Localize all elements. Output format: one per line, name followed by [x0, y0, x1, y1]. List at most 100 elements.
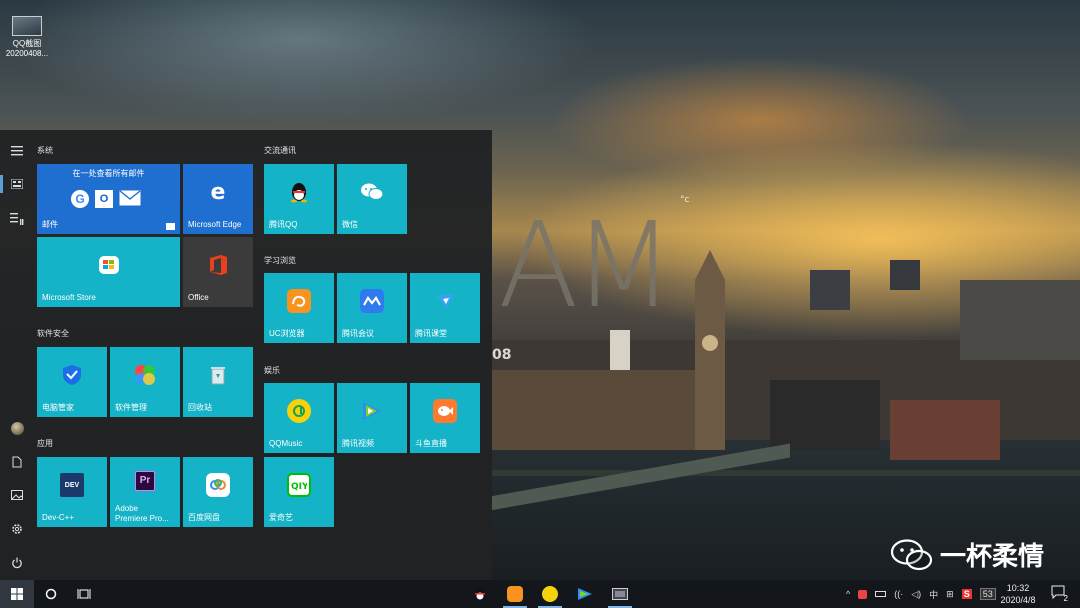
tile-label-office: Office [188, 293, 209, 302]
tiles-view-icon[interactable] [8, 175, 26, 193]
taskbar-clock[interactable]: 10:32 2020/4/8 [998, 582, 1038, 606]
tile-label-tencent-meeting: 腾讯会议 [342, 329, 374, 338]
wechat-watermark-icon [890, 538, 933, 570]
premiere-label-line2: Premiere Pro... [115, 514, 169, 523]
power-icon[interactable] [8, 554, 26, 572]
recycle-bin-icon [206, 363, 230, 387]
tile-label-qq: 腾讯QQ [269, 220, 298, 229]
tray-53-badge[interactable]: 53 [979, 588, 996, 600]
taskbar-app-qq[interactable] [466, 580, 494, 608]
sogou-input-icon[interactable]: S [961, 589, 972, 599]
tile-label-store: Microsoft Store [42, 293, 96, 302]
outlook-icon: O [95, 190, 113, 208]
wechat-icon [360, 180, 384, 204]
task-view-button[interactable] [70, 580, 98, 608]
ime-mode-icon[interactable]: ⊞ [946, 589, 954, 600]
tile-label-qqmusic: QQMusic [269, 439, 303, 448]
documents-icon[interactable] [8, 453, 26, 471]
mail-accounts-icons: G O [71, 190, 141, 208]
store-bag-icon [98, 256, 119, 274]
tile-label-tencent-video: 腾讯视频 [342, 439, 374, 448]
qq-penguin-icon [287, 180, 311, 204]
group-title-apps: 应用 [37, 439, 53, 448]
volume-icon[interactable]: ◁) [911, 589, 921, 600]
notification-center-button[interactable]: 2 [1050, 585, 1068, 603]
tile-iqiyi[interactable]: QIY 爱奇艺 [264, 457, 334, 527]
tile-recycle-bin[interactable]: 回收站 [183, 347, 253, 417]
taskbar: ^ ((· ◁) 中 ⊞ S 53 10:32 2020/4/8 2 [0, 580, 1080, 608]
svg-text:QIY: QIY [291, 482, 307, 491]
tile-uc-browser[interactable]: UC浏览器 [264, 273, 334, 343]
all-apps-list-icon[interactable] [8, 210, 26, 228]
desktop-icon-qq-screenshot[interactable]: QQ截图 20200408... [2, 16, 52, 59]
tile-microsoft-store[interactable]: Microsoft Store [37, 237, 180, 307]
search-circle-button[interactable] [38, 580, 64, 608]
tile-baidu-netdisk[interactable]: 百度网盘 [183, 457, 253, 527]
tile-label-iqiyi: 爱奇艺 [269, 513, 293, 522]
tile-wechat[interactable]: 微信 [337, 164, 407, 234]
battery-icon[interactable] [875, 591, 887, 597]
taskbar-app-screenshot[interactable] [606, 580, 634, 608]
uc-browser-icon [287, 289, 311, 313]
tile-tencent-meeting[interactable]: 腾讯会议 [337, 273, 407, 343]
user-avatar-icon[interactable] [8, 419, 26, 437]
pictures-icon[interactable] [8, 486, 26, 504]
qq-taskbar-icon [475, 587, 485, 601]
tile-label-software-manager: 软件管理 [115, 403, 147, 412]
clock-time: 10:32 [1006, 583, 1030, 593]
tile-label-mail: 邮件 [42, 220, 58, 229]
tile-qqmusic[interactable]: QQMusic [264, 383, 334, 453]
mail-badge-icon [166, 223, 175, 230]
tile-microsoft-edge[interactable]: e Microsoft Edge [183, 164, 253, 234]
group-title-learning: 学习浏览 [264, 256, 296, 265]
tencent-meeting-icon [360, 289, 384, 313]
tile-adobe-premiere[interactable]: Pr Adobe Premiere Pro... [110, 457, 180, 527]
taskbar-app-tencent-video[interactable] [571, 580, 599, 608]
tile-tencent-classroom[interactable]: 腾讯课堂 [410, 273, 480, 343]
hamburger-menu-icon[interactable] [8, 142, 26, 160]
settings-gear-icon[interactable] [8, 520, 26, 538]
tile-qq[interactable]: 腾讯QQ [264, 164, 334, 234]
tile-label-dev-cpp: Dev-C++ [42, 513, 75, 522]
tile-dev-cpp[interactable]: DEV Dev-C++ [37, 457, 107, 527]
taskbar-app-uc-browser[interactable] [501, 580, 529, 608]
google-icon: G [71, 190, 89, 208]
tile-label-douyu: 斗鱼直播 [415, 439, 447, 448]
premiere-icon: Pr [135, 470, 155, 491]
rail-active-indicator [0, 175, 3, 193]
tray-overflow-chevron-icon[interactable]: ^ [846, 589, 850, 599]
shield-icon [60, 363, 84, 387]
system-tray: ^ ((· ◁) 中 ⊞ S 53 [846, 580, 996, 608]
wallpaper-date-fragment: 08 [492, 347, 512, 363]
task-view-icon [77, 589, 91, 599]
tile-pc-manager[interactable]: 电脑管家 [37, 347, 107, 417]
wifi-icon[interactable]: ((· [894, 589, 903, 599]
cortana-circle-icon [45, 588, 57, 600]
envelope-icon [119, 190, 141, 206]
office-icon [206, 253, 230, 277]
group-title-entertainment: 娱乐 [264, 366, 280, 375]
premiere-label-line1: Adobe [115, 504, 139, 513]
tile-label-uc: UC浏览器 [269, 329, 305, 338]
windows-logo-icon [11, 588, 23, 600]
mail-tile-header: 在一处查看所有邮件 [72, 169, 145, 178]
wallpaper-clock-text: AM [498, 196, 675, 334]
notification-count: 2 [1063, 594, 1068, 603]
watermark-text: 一杯柔情 [940, 542, 1045, 572]
tile-douyu[interactable]: 斗鱼直播 [410, 383, 480, 453]
tile-label-wechat: 微信 [342, 220, 358, 229]
tile-tencent-video[interactable]: 腾讯视频 [337, 383, 407, 453]
desktop-icon-label-line1: QQ截图 [12, 39, 42, 48]
taskbar-app-qqmusic[interactable] [536, 580, 564, 608]
start-menu-rail [0, 130, 34, 580]
wallpaper-temp-unit: °c [680, 195, 690, 205]
tile-label-baidu: 百度网盘 [188, 513, 220, 522]
tile-software-manager[interactable]: 软件管理 [110, 347, 180, 417]
ime-indicator[interactable]: 中 [929, 588, 938, 601]
qqmusic-taskbar-icon [542, 586, 558, 602]
tile-office[interactable]: Office [183, 237, 253, 307]
watermark: 一杯柔情 [890, 536, 1044, 573]
tray-app-icon[interactable] [858, 589, 868, 599]
tile-mail[interactable]: 在一处查看所有邮件 G O 邮件 [37, 164, 180, 234]
start-button[interactable] [0, 580, 34, 608]
